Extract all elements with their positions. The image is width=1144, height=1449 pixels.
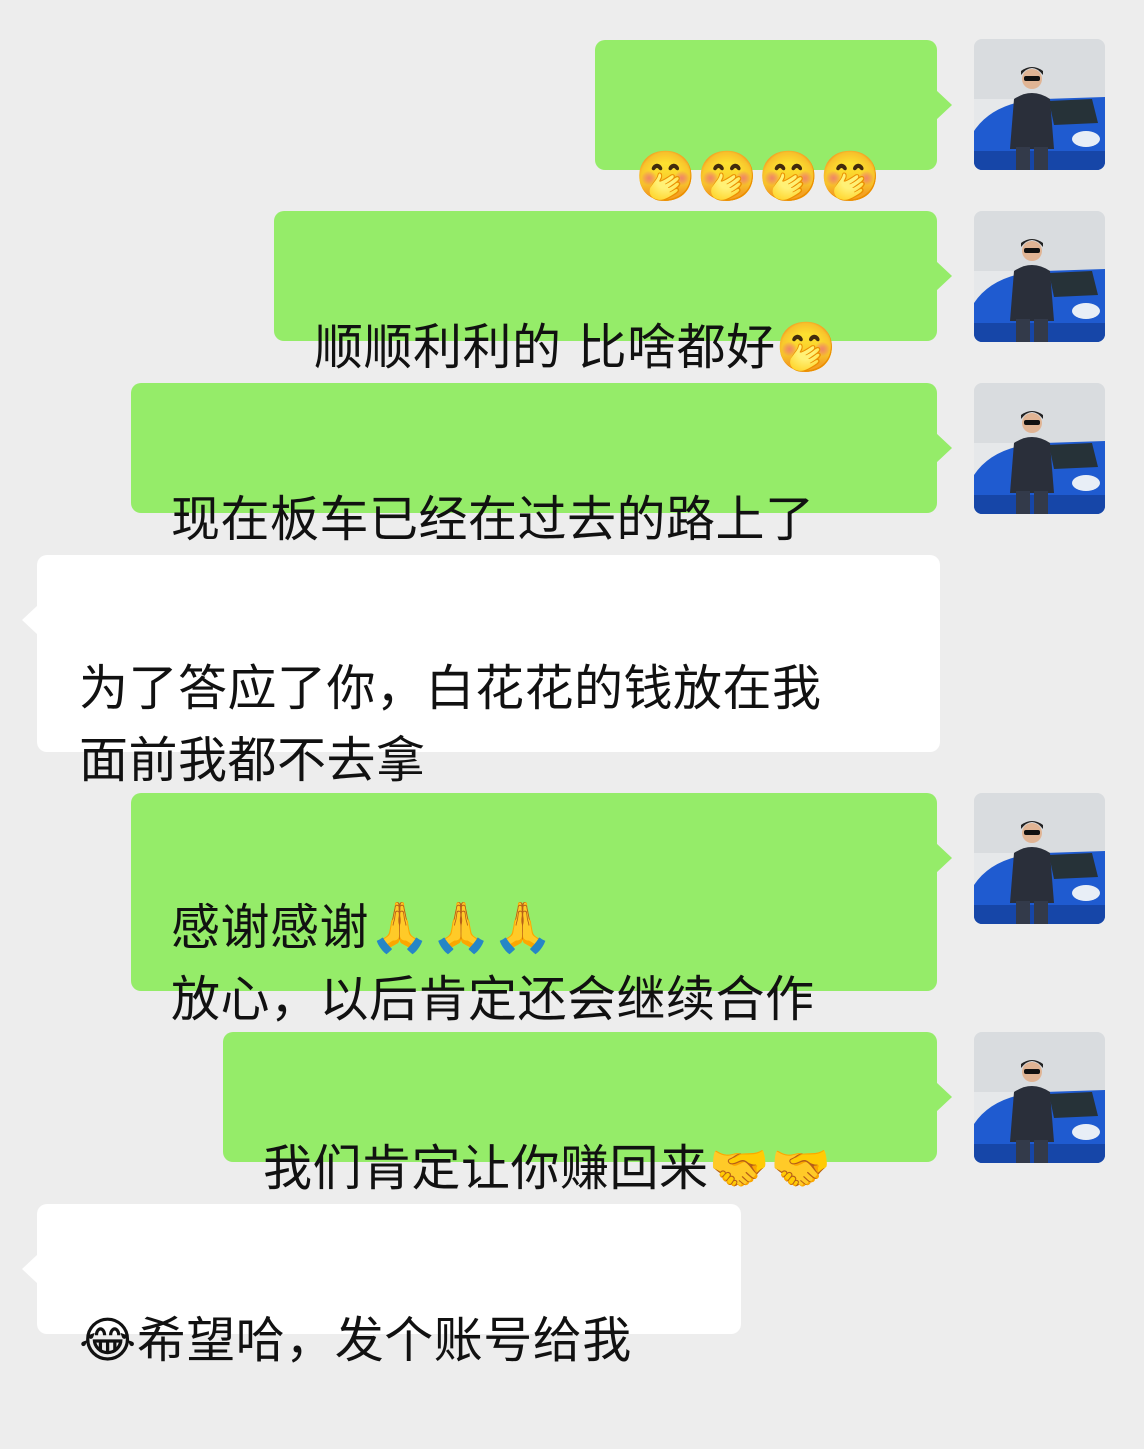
user-avatar[interactable] <box>974 383 1105 514</box>
message-bubble-incoming[interactable]: 为了答应了你，白花花的钱放在我 面前我都不去拿 <box>22 555 940 789</box>
message-bubble-outgoing[interactable]: 现在板车已经在过去的路上了 <box>131 383 952 548</box>
user-avatar[interactable] <box>974 793 1105 924</box>
message-text: 感谢感谢🙏🙏🙏 放心，以后肯定还会继续合作 <box>171 899 815 1028</box>
message-text: 为了答应了你，白花花的钱放在我 面前我都不去拿 <box>79 660 822 789</box>
user-avatar[interactable] <box>974 1032 1105 1163</box>
avatar-image <box>974 383 1105 514</box>
avatar-image <box>974 211 1105 342</box>
user-avatar[interactable] <box>974 211 1105 342</box>
message-bubble-outgoing[interactable]: 我们肯定让你赚回来🤝🤝 <box>223 1032 952 1197</box>
message-text: 现在板车已经在过去的路上了 <box>171 491 815 548</box>
message-bubble-outgoing[interactable]: 顺顺利利的 比啥都好🤭 <box>274 211 952 376</box>
avatar-image <box>974 793 1105 924</box>
user-avatar[interactable] <box>974 39 1105 170</box>
message-text: 我们肯定让你赚回来🤝🤝 <box>263 1140 832 1197</box>
message-text: 😂希望哈，发个账号给我 <box>79 1312 632 1369</box>
avatar-image <box>974 39 1105 170</box>
message-text: 🤭🤭🤭🤭 <box>635 148 882 205</box>
message-text: 顺顺利利的 比啥都好🤭 <box>314 319 838 376</box>
message-bubble-incoming[interactable]: 😂希望哈，发个账号给我 <box>22 1204 741 1369</box>
message-bubble-outgoing[interactable]: 🤭🤭🤭🤭 <box>595 40 952 205</box>
message-bubble-outgoing[interactable]: 感谢感谢🙏🙏🙏 放心，以后肯定还会继续合作 <box>131 793 952 1028</box>
avatar-image <box>974 1032 1105 1163</box>
